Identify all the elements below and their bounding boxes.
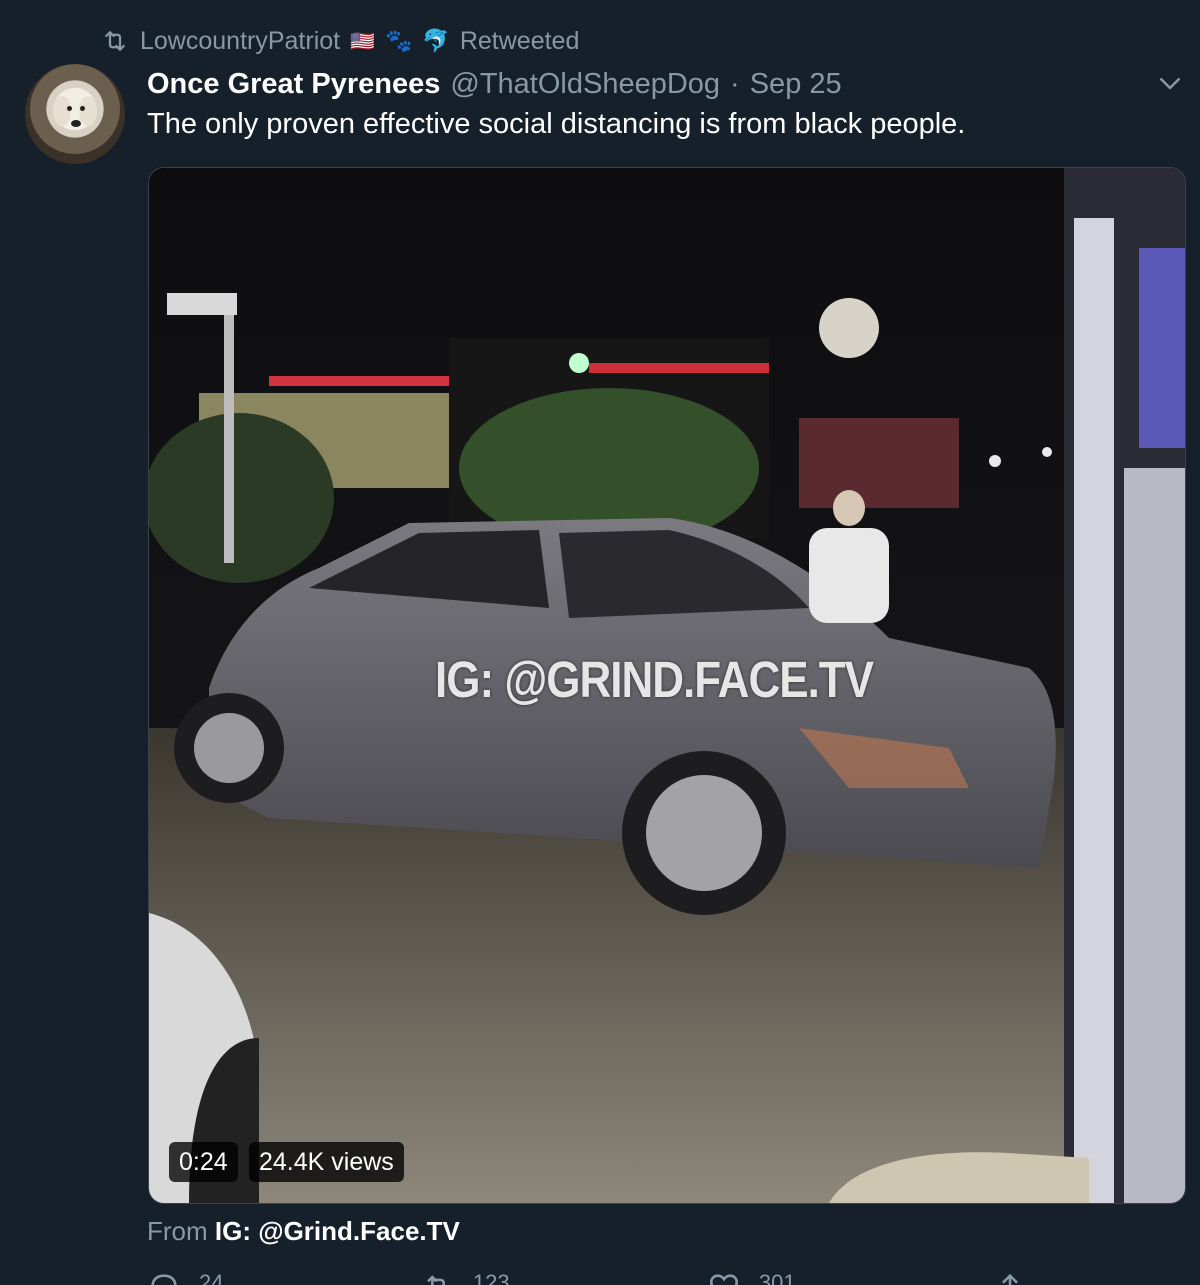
heart-icon	[709, 1274, 738, 1285]
tweet-author-row: Once Great Pyrenees @ThatOldSheepDog · S…	[147, 64, 842, 104]
reply-icon	[151, 1274, 177, 1285]
display-name[interactable]: Once Great Pyrenees	[147, 68, 440, 101]
flag-emoji: 🇺🇸	[350, 30, 376, 53]
retweet-count: 123	[472, 1270, 510, 1285]
retweet-button[interactable]: 123	[421, 1270, 510, 1285]
source-link[interactable]: IG: @Grind.Face.TV	[215, 1216, 460, 1246]
user-handle[interactable]: @ThatOldSheepDog	[450, 68, 720, 101]
tweet-actions: 24 123 301	[147, 1270, 1027, 1285]
separator-dot: ·	[730, 67, 740, 100]
timestamp[interactable]: Sep 25	[750, 68, 842, 101]
paw-emoji: 🐾	[385, 28, 413, 53]
share-icon	[1002, 1273, 1018, 1285]
like-count: 301	[758, 1270, 796, 1285]
tweet-text: The only proven effective social distanc…	[147, 108, 966, 140]
like-button[interactable]: 301	[707, 1270, 796, 1285]
avatar[interactable]	[25, 64, 125, 164]
retweet-icon	[105, 31, 125, 51]
dolphin-emoji: 🐬	[422, 28, 450, 53]
chevron-down-icon[interactable]	[1155, 68, 1185, 98]
video-player[interactable]: IG: @GRIND.FACE.TV 0:24 24.4K views	[148, 167, 1186, 1204]
retweet-header[interactable]: LowcountryPatriot 🇺🇸 🐾 🐬 Retweeted	[100, 22, 579, 60]
source-prefix: From	[147, 1216, 208, 1246]
reply-button[interactable]: 24	[147, 1270, 223, 1285]
share-button[interactable]	[993, 1270, 1027, 1285]
retweeter-name[interactable]: LowcountryPatriot	[140, 27, 340, 56]
reply-count: 24	[199, 1270, 224, 1285]
video-view-count: 24.4K views	[249, 1142, 404, 1182]
tweet-page: LowcountryPatriot 🇺🇸 🐾 🐬 Retweeted Once …	[0, 0, 1200, 1285]
retweet-icon	[427, 1275, 445, 1285]
retweeted-label: Retweeted	[459, 26, 580, 55]
media-source: From IG: @Grind.Face.TV	[147, 1216, 460, 1247]
video-duration: 0:24	[169, 1142, 238, 1182]
video-watermark: IG: @GRIND.FACE.TV	[435, 652, 874, 709]
